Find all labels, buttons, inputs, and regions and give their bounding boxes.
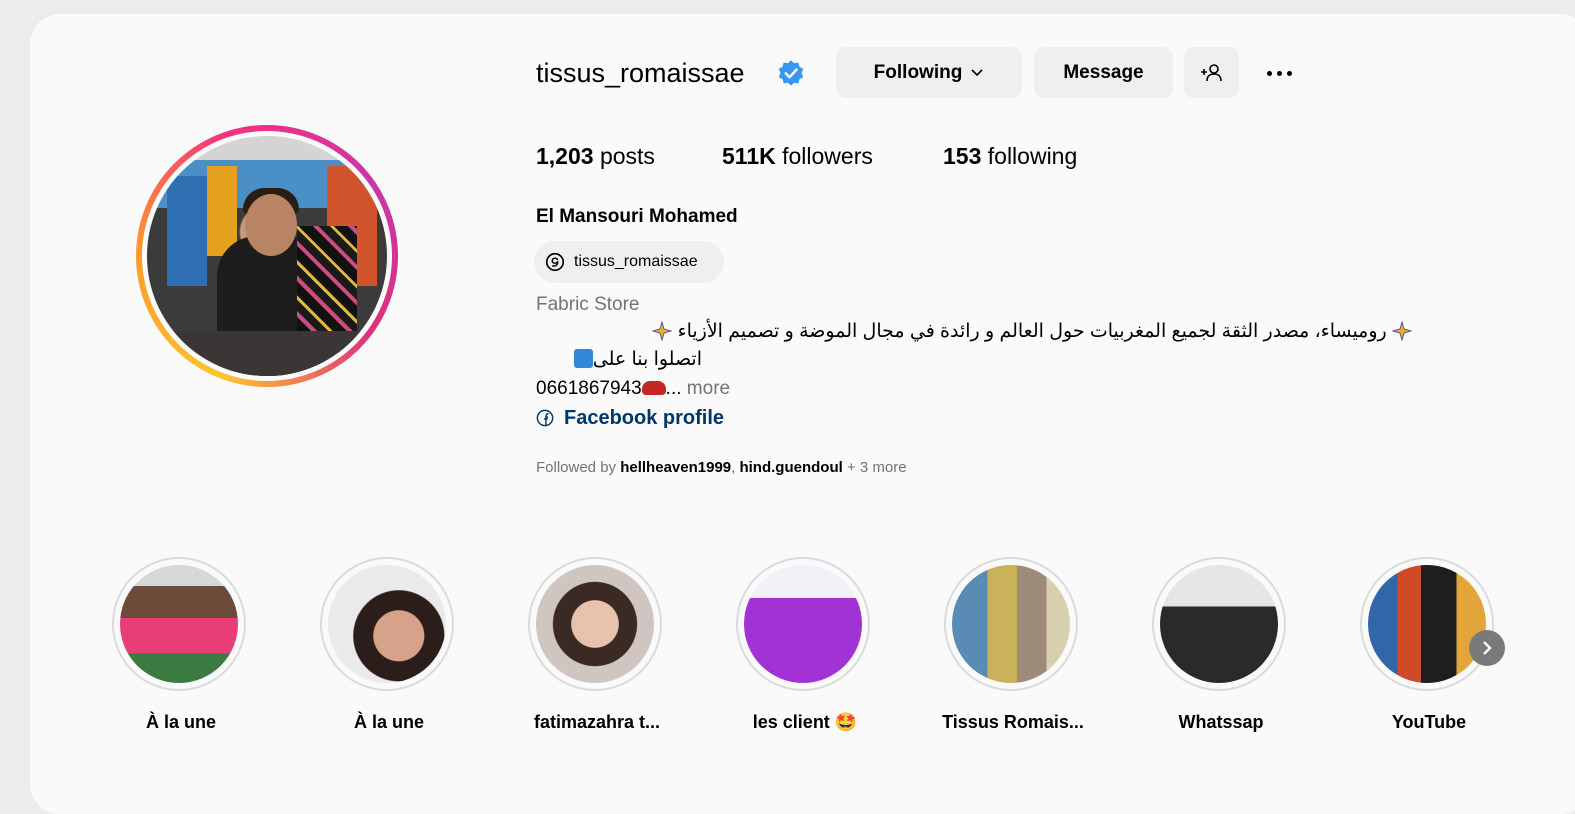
full-name: El Mansouri Mohamed <box>536 206 738 227</box>
threads-link[interactable]: tissus_romaissae <box>534 241 724 283</box>
highlight-cover <box>1160 565 1278 683</box>
threads-handle: tissus_romaissae <box>574 253 698 270</box>
bio-line-2: اتصلوا بنا على <box>536 346 702 374</box>
posts-count: 1,203 posts <box>536 143 655 169</box>
highlight-label: À la une <box>145 712 216 732</box>
following-link[interactable]: 153 following <box>943 140 1077 172</box>
chevron-right-icon <box>1483 641 1492 655</box>
highlight-cover <box>744 565 862 683</box>
bio-line-1: روميساء، مصدر الثقة لجميع المغربيات حول … <box>536 318 1412 346</box>
followed-by[interactable]: Followed by hellheaven1999, hind.guendou… <box>536 456 907 480</box>
more-options-icon[interactable] <box>1256 58 1302 88</box>
down-arrow-emoji-icon <box>573 349 593 368</box>
highlight-label: À la une <box>353 712 424 732</box>
avatar-photo <box>147 136 387 376</box>
telephone-emoji-icon <box>641 381 666 395</box>
highlights-next-button[interactable] <box>1469 630 1505 666</box>
highlight-cover <box>328 565 446 683</box>
followers-link[interactable]: 511K followers <box>722 140 873 172</box>
bio-more-link[interactable]: more <box>687 378 730 399</box>
threads-icon <box>545 252 565 272</box>
highlight-label: YouTube <box>1391 712 1467 732</box>
following-button[interactable]: Following <box>836 47 1022 98</box>
profile-username: tissus_romaissae <box>536 58 745 88</box>
following-button-label: Following <box>873 61 963 83</box>
message-button[interactable]: Message <box>1034 47 1173 98</box>
verified-badge-icon <box>778 60 804 86</box>
highlight-label: fatimazahra t... <box>533 712 661 732</box>
bio-line-3: 0661867943... more <box>536 378 731 399</box>
highlight-label: Tissus Romais... <box>942 712 1084 732</box>
sparkle-emoji-icon <box>652 321 673 341</box>
suggest-users-button[interactable] <box>1184 47 1239 98</box>
highlight-label: les client 🤩 <box>752 712 858 732</box>
chevron-down-icon <box>971 68 983 76</box>
highlight-label: Whatssap <box>1178 712 1264 732</box>
add-user-icon <box>1200 63 1222 81</box>
message-button-label: Message <box>1063 61 1144 83</box>
highlight-cover <box>120 565 238 683</box>
sparkle-emoji-icon <box>1392 321 1412 341</box>
highlight-cover <box>952 565 1070 683</box>
facebook-profile-link[interactable]: Facebook profile <box>536 403 724 433</box>
facebook-icon <box>536 409 554 427</box>
profile-avatar[interactable] <box>136 125 398 387</box>
highlight-cover <box>1368 565 1486 683</box>
highlight-cover <box>536 565 654 683</box>
profile-category: Fabric Store <box>536 294 640 315</box>
